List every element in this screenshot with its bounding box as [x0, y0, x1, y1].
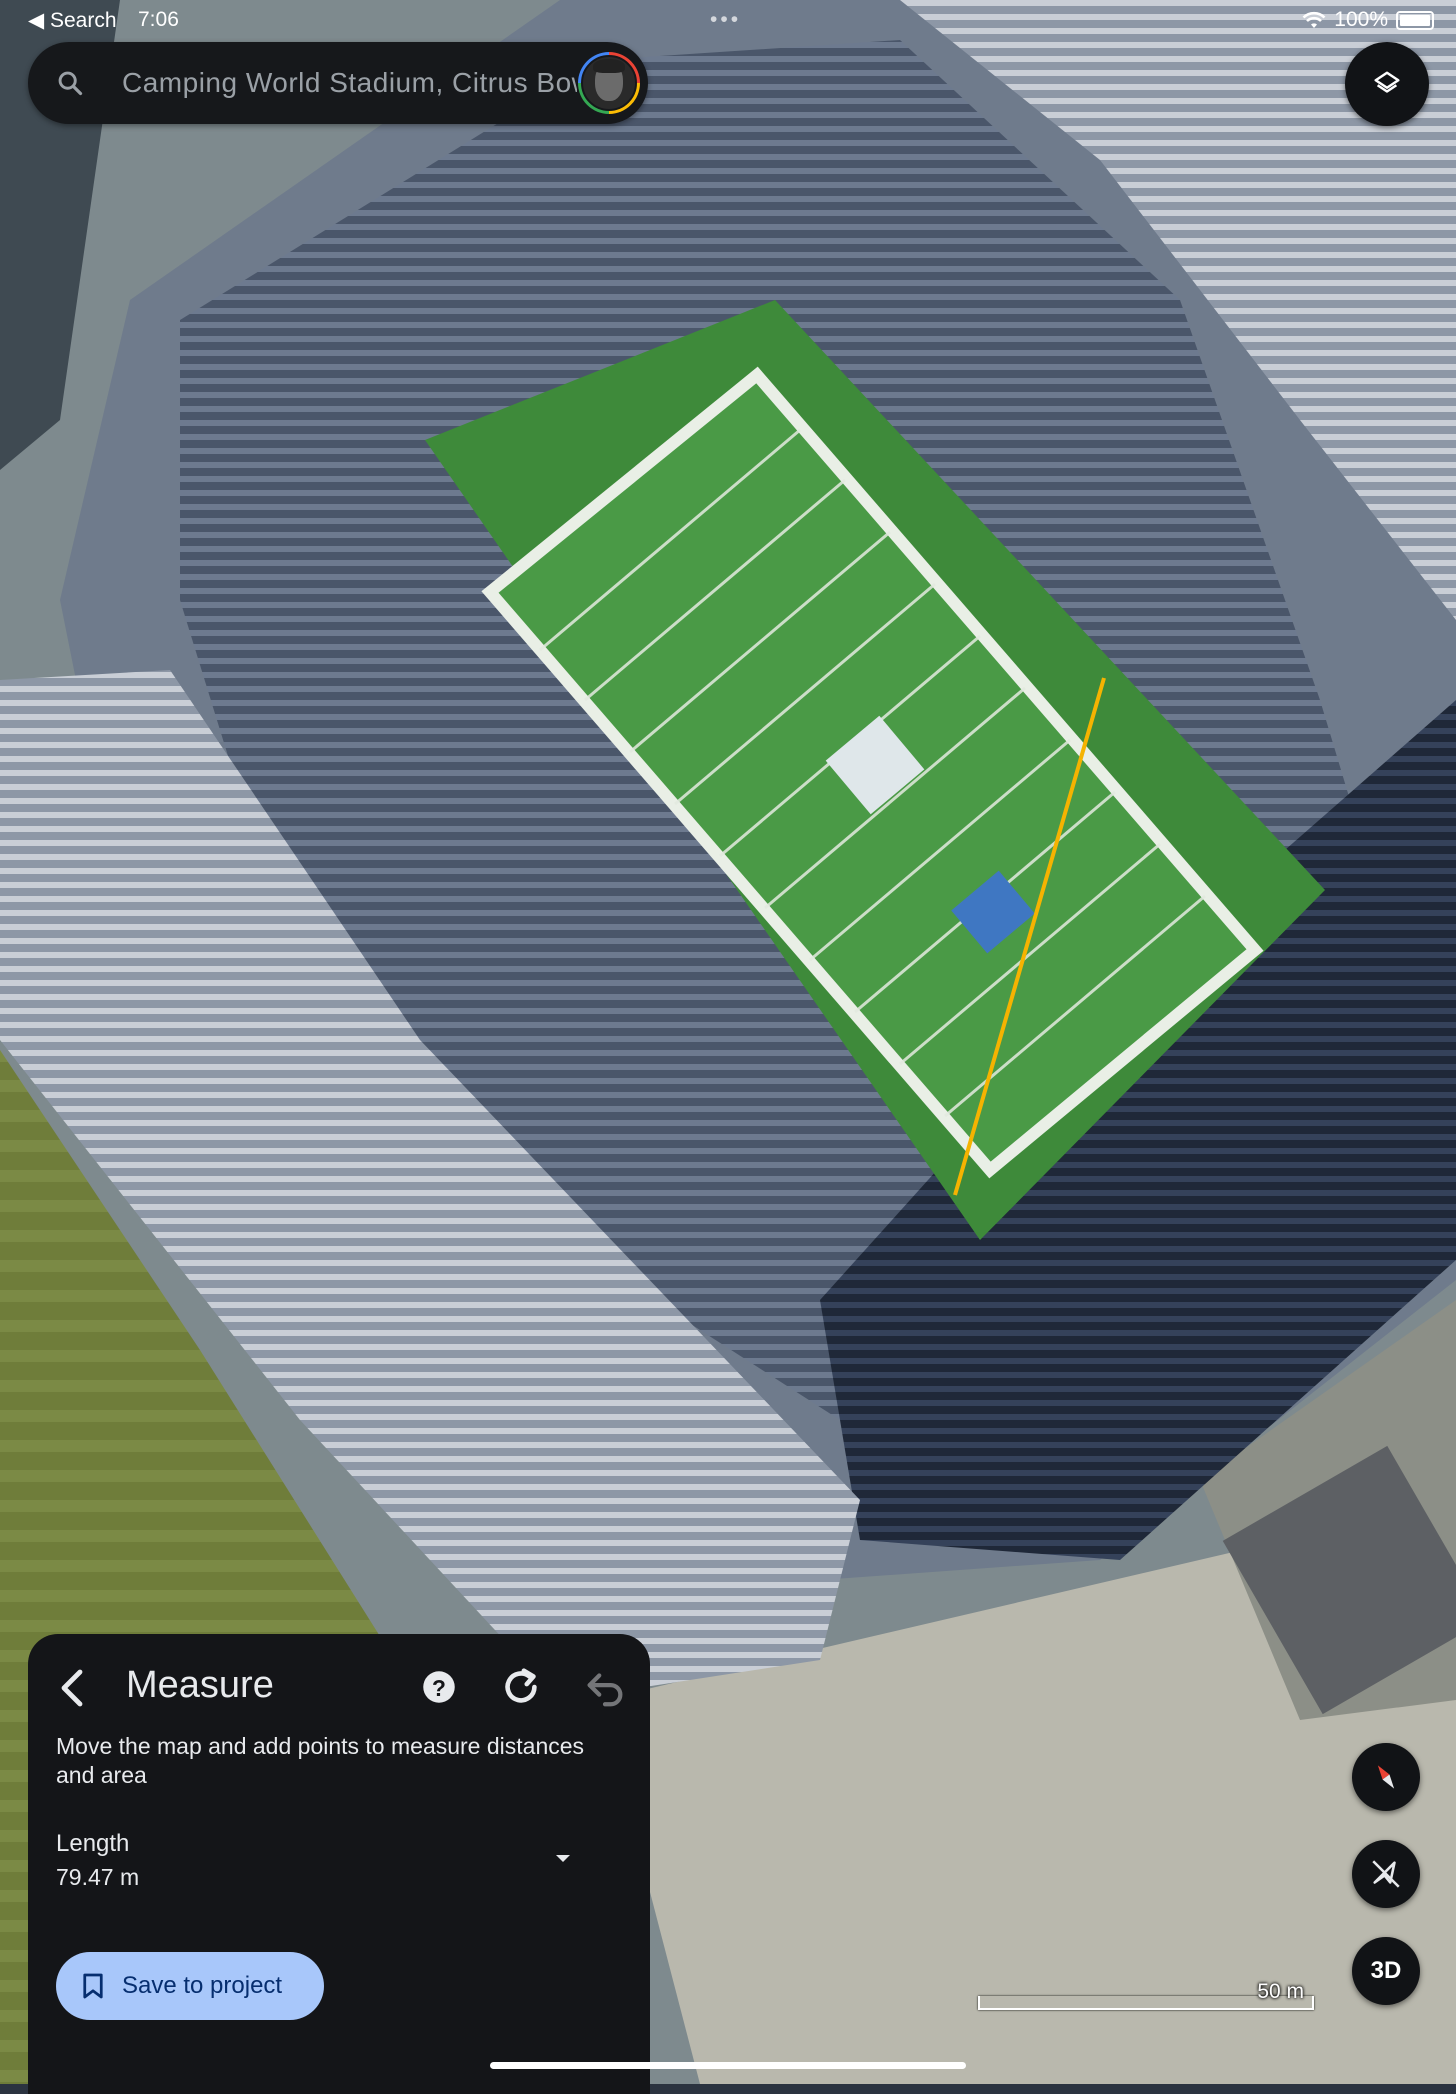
map-scale: 50 m: [978, 1980, 1314, 2010]
scale-label: 50 m: [1257, 1980, 1304, 2003]
3d-toggle-button[interactable]: 3D: [1352, 1937, 1420, 2005]
bookmark-icon: [83, 1973, 103, 1999]
chevron-down-icon[interactable]: [548, 1846, 578, 1870]
length-value: 79.47 m: [56, 1864, 140, 1890]
compass-icon: [1377, 1765, 1395, 1789]
save-to-project-button[interactable]: Save to project: [56, 1952, 324, 2020]
compass-button[interactable]: [1352, 1743, 1420, 1811]
panel-description: Move the map and add points to measure d…: [56, 1733, 585, 1788]
search-bar[interactable]: Camping World Stadium, Citrus Bowl: [28, 42, 648, 124]
panel-title: Measure: [126, 1664, 274, 1706]
tilt-off-icon: [1372, 1860, 1400, 1888]
save-button-label: Save to project: [122, 1972, 283, 1999]
back-arrow-icon[interactable]: [50, 1664, 98, 1712]
account-avatar[interactable]: [578, 52, 640, 114]
layers-icon: [1374, 71, 1400, 93]
layers-button[interactable]: [1345, 42, 1429, 126]
battery-icon: [1396, 10, 1434, 30]
measure-panel: Measure ? Move the map and add points to…: [28, 1634, 650, 2094]
home-indicator[interactable]: [490, 2062, 966, 2069]
refresh-icon[interactable]: [498, 1664, 544, 1710]
multitasking-dots[interactable]: •••: [710, 8, 741, 32]
length-label: Length: [56, 1830, 130, 1857]
svg-text:?: ?: [432, 1675, 446, 1701]
battery-percent: 100%: [1334, 8, 1388, 31]
undo-icon[interactable]: [582, 1664, 628, 1710]
tilt-toggle-button[interactable]: [1352, 1840, 1420, 1908]
back-to-search-link[interactable]: ◀ Search: [28, 8, 117, 33]
search-icon: [58, 71, 83, 96]
status-right: 100%: [1302, 8, 1434, 32]
status-time: 7:06: [138, 8, 179, 31]
wifi-icon: [1302, 11, 1326, 28]
search-input[interactable]: Camping World Stadium, Citrus Bowl: [122, 67, 577, 99]
help-icon[interactable]: ?: [418, 1666, 460, 1708]
avatar-image: [581, 55, 637, 111]
status-bar: ◀ Search 7:06 ••• 100%: [0, 0, 1456, 40]
